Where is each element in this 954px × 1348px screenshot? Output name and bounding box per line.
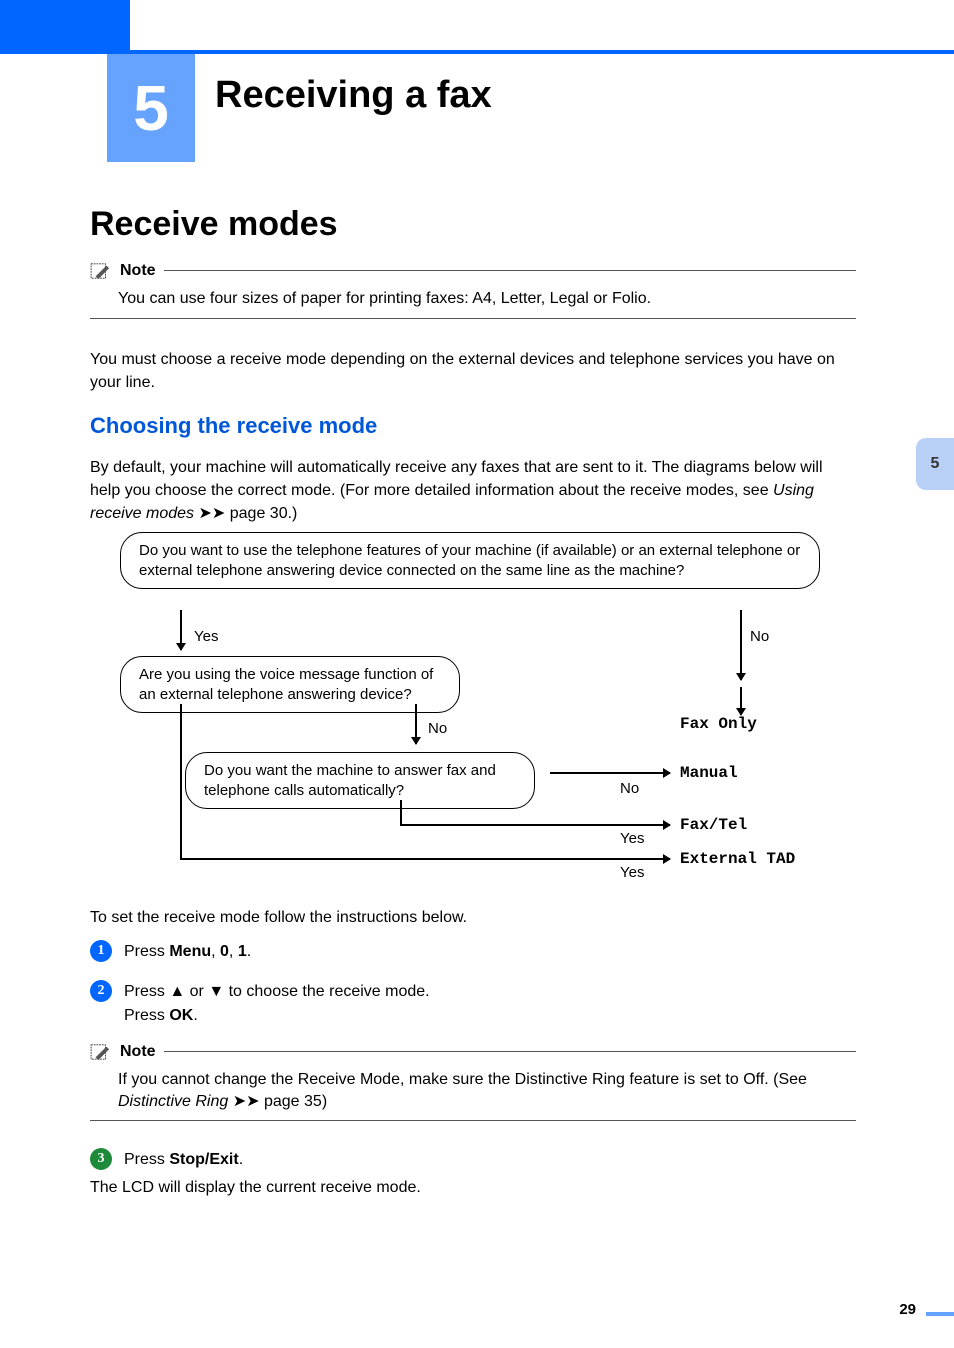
step-num-2: 2 [98,983,105,999]
flow-arrow-to-fax-only [740,687,742,715]
note2-link[interactable]: Distinctive Ring [118,1093,228,1110]
step-3-text: Press Stop/Exit. [124,1148,243,1172]
step-2-text: Press ▲ or ▼ to choose the receive mode.… [124,980,430,1028]
instructions-intro: To set the receive mode follow the instr… [90,906,856,929]
note-2-body: If you cannot change the Receive Mode, m… [118,1069,856,1112]
pencil-note-icon [90,1043,112,1061]
flow-label-yes-3: Yes [620,864,644,881]
side-thumb-tab: 5 [916,438,954,490]
flow-arrow-q1-yes [180,610,182,650]
flow-label-no-2: No [428,720,447,737]
note-rule-top [164,270,856,271]
mode-external-tad: External TAD [680,850,795,868]
flow-arrow-q3-yes [400,824,670,826]
s3-post: . [239,1151,243,1168]
down-arrow-icon: ▼ [208,983,224,1000]
s1-pre: Press [124,943,169,960]
s1-post: . [247,943,251,960]
flow-arrow-q3-no [550,772,670,774]
intro-p2-text-a: By default, your machine will automatica… [90,459,823,499]
up-arrow-icon: ▲ [169,983,185,1000]
s1-menu-key: Menu [169,943,211,960]
s1-one-key: 1 [238,943,247,960]
step-1: 1 Press Menu, 0, 1. [90,940,856,964]
page-number: 29 [899,1301,916,1318]
step-3: 3 Press Stop/Exit. [90,1148,856,1172]
s3-pre: Press [124,1151,169,1168]
note2-post: page 35) [260,1093,328,1110]
section-title: Receive modes [90,205,338,244]
step-bullet-3: 3 [90,1148,112,1170]
s1-mid2: , [229,943,238,960]
mode-fax-only: Fax Only [680,715,757,733]
s1-zero-key: 0 [220,943,229,960]
note2-pre: If you cannot change the Receive Mode, m… [118,1071,807,1088]
flow-connector-v2 [180,704,182,859]
note-label: Note [120,262,156,280]
intro-paragraph-1: You must choose a receive mode depending… [90,348,856,394]
note-callout-2: Note If you cannot change the Receive Mo… [90,1043,856,1121]
flow-question-3: Do you want the machine to answer fax an… [185,752,535,809]
note-callout-1: Note You can use four sizes of paper for… [90,262,856,319]
s2-line2-post: . [193,1007,197,1024]
flow-arrow-q2-yes [180,858,670,860]
step-num-3: 3 [98,1151,105,1167]
s2-line2-pre: Press [124,1007,169,1024]
flow-arrow-q2-no [415,704,417,744]
page-number-bar [926,1312,954,1316]
s1-mid1: , [211,943,220,960]
receive-mode-flowchart: Do you want to use the telephone feature… [90,532,856,882]
s2-ok-key: OK [169,1007,193,1024]
s3-stopexit-key: Stop/Exit [169,1151,238,1168]
chapter-number: 5 [133,71,169,145]
header-accent-block [0,0,130,50]
step-bullet-2: 2 [90,980,112,1002]
note-body: You can use four sizes of paper for prin… [118,288,856,310]
mode-manual: Manual [680,764,738,782]
note-label: Note [120,1043,156,1061]
flow-label-no-3: No [620,780,639,797]
flow-arrow-q1-no [740,610,742,680]
note-rule-bottom [90,318,856,319]
final-paragraph: The LCD will display the current receive… [90,1179,421,1197]
chapter-title: Receiving a fax [215,74,492,117]
subsection-title: Choosing the receive mode [90,413,377,439]
flow-label-yes-1: Yes [194,628,218,645]
mode-fax-tel: Fax/Tel [680,816,747,834]
s2-pre: Press [124,983,169,1000]
thumb-tab-number: 5 [931,455,940,473]
flow-label-no-1: No [750,628,769,645]
s2-mid: or [185,983,208,1000]
flow-question-2: Are you using the voice message function… [120,656,460,713]
step-1-text: Press Menu, 0, 1. [124,940,251,964]
note-rule-bottom [90,1120,856,1121]
pencil-note-icon [90,262,112,280]
step-bullet-1: 1 [90,940,112,962]
s2-post1: to choose the receive mode. [224,983,429,1000]
note-rule-top [164,1051,856,1052]
flow-connector-v1 [400,800,402,825]
chapter-number-block: 5 [107,54,195,162]
see-arrow-icon: ➤➤ [194,505,225,522]
flow-question-1: Do you want to use the telephone feature… [120,532,820,589]
intro-p2-text-b: page 30.) [225,505,297,522]
see-arrow-icon: ➤➤ [228,1093,259,1110]
intro-paragraph-2: By default, your machine will automatica… [90,456,830,526]
flow-label-yes-2: Yes [620,830,644,847]
step-2: 2 Press ▲ or ▼ to choose the receive mod… [90,980,856,1028]
step-num-1: 1 [98,943,105,959]
